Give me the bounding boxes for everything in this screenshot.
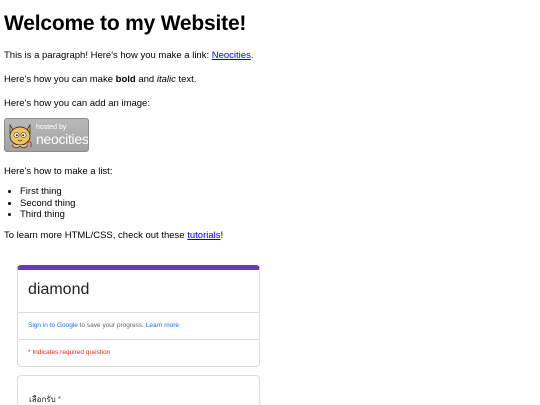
question-card[interactable]: เลือกรับ *	[17, 375, 260, 405]
signin-notice: Sign in to Google to save your progress.…	[18, 313, 259, 339]
text-middle: and	[135, 74, 157, 85]
paragraph-text-end: .	[250, 50, 254, 61]
form-header-card: diamond Sign in to Google to save your p…	[17, 265, 260, 367]
paragraph-link: This is a paragraph! Here's how you make…	[4, 50, 536, 62]
paragraph-list-intro: Here's how to make a list:	[4, 166, 113, 177]
neocities-cat-icon	[5, 119, 35, 151]
text-after: text.	[175, 74, 197, 85]
question-label: เลือกรับ *	[29, 393, 259, 405]
bold-text: bold	[115, 74, 136, 85]
paragraph-tutorials: To learn more HTML/CSS, check out these …	[4, 230, 536, 242]
bullet-list: First thing Second thing Third thing	[4, 186, 536, 221]
signin-notice-text: to save your progress.	[77, 322, 146, 329]
tutorials-link[interactable]: tutorials	[187, 230, 220, 241]
tutorials-text: To learn more HTML/CSS, check out these	[4, 229, 188, 241]
learn-more-link[interactable]: Learn more	[146, 322, 179, 329]
list-item: First thing	[20, 186, 536, 198]
list-item: Second thing	[20, 198, 536, 210]
text-before-bold: Here's how you can make	[4, 74, 116, 85]
badge-text: hosted by neocities	[36, 124, 89, 147]
badge-small-text: hosted by	[36, 124, 67, 131]
signin-link[interactable]: Sign in to Google	[28, 322, 78, 329]
page-content: Welcome to my Website! This is a paragra…	[0, 12, 540, 242]
paragraph-image: Here's how you can add an image:	[4, 98, 150, 109]
paragraph-text: This is a paragraph! Here's how you make…	[4, 50, 212, 61]
neocities-link[interactable]: Neocities	[212, 50, 251, 61]
page-title: Welcome to my Website!	[4, 12, 247, 35]
italic-text: italic	[156, 74, 176, 85]
required-note: * Indicates required question	[28, 349, 111, 356]
tutorials-text-end: !	[220, 229, 224, 241]
paragraph-formatting: Here's how you can make bold and italic …	[4, 74, 536, 86]
form-title: diamond	[28, 281, 90, 298]
badge-big-text: neocities	[36, 131, 89, 147]
question-text: เลือกรับ	[29, 395, 56, 404]
hosted-by-neocities-badge[interactable]: hosted by neocities	[4, 118, 89, 152]
required-star: *	[57, 395, 62, 404]
list-item: Third thing	[20, 209, 536, 221]
